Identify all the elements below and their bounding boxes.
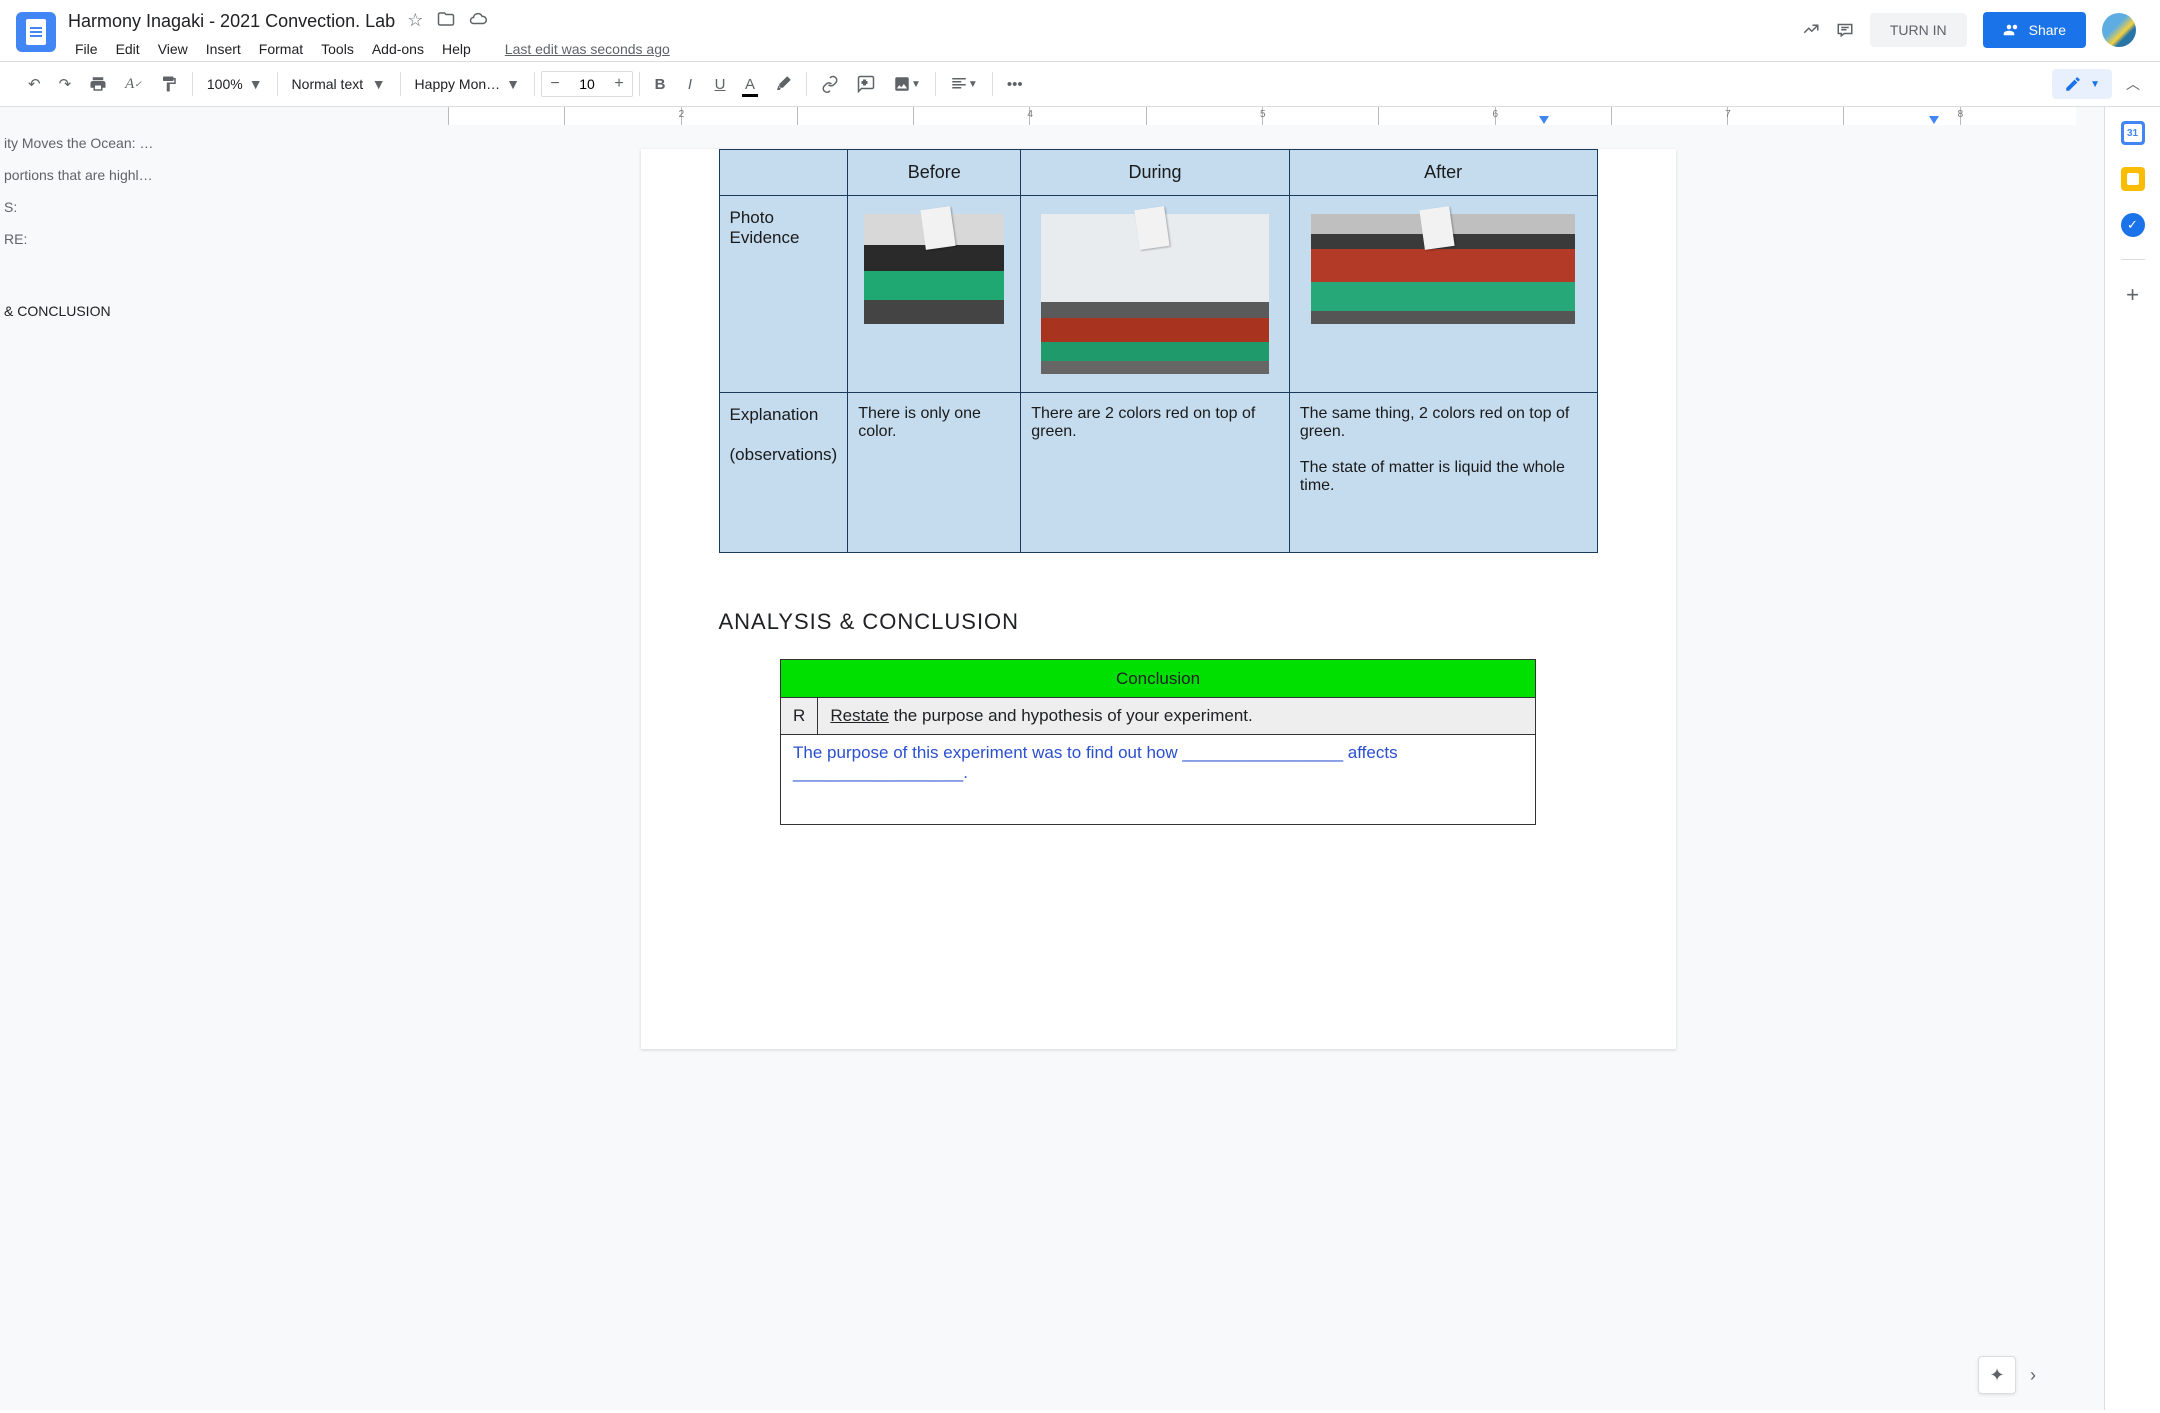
keep-icon[interactable] — [2121, 167, 2145, 191]
align-icon[interactable]: ▼ — [942, 69, 986, 99]
undo-icon[interactable]: ↶ — [20, 69, 49, 99]
menu-format[interactable]: Format — [252, 37, 310, 61]
bold-icon[interactable]: B — [646, 70, 674, 99]
print-icon[interactable] — [81, 69, 115, 99]
font-size-increase[interactable]: + — [606, 75, 632, 93]
add-comment-icon[interactable] — [849, 69, 883, 99]
cloud-icon[interactable] — [469, 10, 487, 33]
tasks-icon[interactable] — [2121, 213, 2145, 237]
col-after: After — [1289, 150, 1597, 196]
insert-image-icon[interactable]: ▼ — [885, 69, 929, 99]
outline-item[interactable]: S: — [0, 191, 200, 223]
cell-expl-before[interactable]: There is only one color. — [848, 393, 1021, 553]
highlight-icon[interactable] — [766, 69, 800, 99]
show-sidepanel-icon[interactable]: › — [2030, 1365, 2036, 1386]
menu-insert[interactable]: Insert — [199, 37, 248, 61]
menu-view[interactable]: View — [151, 37, 195, 61]
link-icon[interactable] — [813, 69, 847, 99]
menu-addons[interactable]: Add-ons — [365, 37, 431, 61]
conclusion-body-cell[interactable]: The purpose of this experiment was to fi… — [781, 735, 1536, 825]
cell-expl-after[interactable]: The same thing, 2 colors red on top of g… — [1289, 393, 1597, 553]
cell-expl-during[interactable]: There are 2 colors red on top of green. — [1021, 393, 1290, 553]
activity-icon[interactable] — [1802, 20, 1820, 41]
document-outline: ity Moves the Ocean: … portions that are… — [0, 107, 212, 1410]
mode-select[interactable]: ▼ — [2052, 69, 2112, 99]
outline-item[interactable]: RE: — [0, 223, 200, 255]
menu-file[interactable]: File — [68, 37, 105, 61]
more-icon[interactable]: ••• — [999, 70, 1031, 99]
share-button[interactable]: Share — [1983, 12, 2086, 48]
outline-item[interactable]: ity Moves the Ocean: … — [0, 127, 200, 159]
paint-format-icon[interactable] — [152, 69, 186, 99]
conclusion-restate-cell[interactable]: Restate the purpose and hypothesis of yo… — [818, 698, 1536, 735]
comments-icon[interactable] — [1836, 20, 1854, 41]
explore-button[interactable]: ✦ — [1978, 1356, 2016, 1394]
menu-tools[interactable]: Tools — [314, 37, 361, 61]
outline-item[interactable]: & CONCLUSION — [0, 295, 200, 327]
text-color-icon[interactable]: A — [736, 70, 764, 99]
photo-during[interactable] — [1041, 214, 1269, 374]
menu-edit[interactable]: Edit — [109, 37, 147, 61]
spellcheck-icon[interactable]: A✓ — [117, 70, 150, 99]
menu-help[interactable]: Help — [435, 37, 478, 61]
menu-bar: File Edit View Insert Format Tools Add-o… — [68, 37, 1802, 61]
outline-item[interactable]: portions that are highl… — [0, 159, 200, 191]
document-canvas[interactable]: 2 4 5 6 7 8 Before During After Photo Ev… — [212, 107, 2104, 1410]
calendar-icon[interactable] — [2121, 121, 2145, 145]
conclusion-r-cell: R — [781, 698, 818, 735]
horizontal-ruler[interactable]: 2 4 5 6 7 8 — [448, 107, 2076, 125]
conclusion-header: Conclusion — [781, 660, 1536, 698]
row-explanation-label: Explanation (observations) — [719, 393, 848, 553]
document-title[interactable]: Harmony Inagaki - 2021 Convection. Lab — [68, 11, 395, 32]
document-page[interactable]: Before During After Photo Evidence Expla… — [641, 149, 1676, 1049]
zoom-select[interactable]: 100% ▼ — [199, 72, 271, 96]
conclusion-table[interactable]: Conclusion R Restate the purpose and hyp… — [780, 659, 1536, 825]
font-size-decrease[interactable]: − — [542, 75, 568, 93]
font-size-input[interactable] — [568, 72, 606, 96]
row-photo-label: Photo Evidence — [719, 196, 848, 393]
photo-after[interactable] — [1311, 214, 1575, 324]
font-size-stepper[interactable]: − + — [541, 71, 633, 97]
indent-left-marker[interactable] — [1539, 116, 1549, 124]
indent-right-marker[interactable] — [1929, 116, 1939, 124]
user-avatar[interactable] — [2102, 13, 2136, 47]
move-icon[interactable] — [437, 10, 455, 33]
last-edit-link[interactable]: Last edit was seconds ago — [498, 37, 677, 61]
section-heading[interactable]: ANALYSIS & CONCLUSION — [719, 609, 1598, 635]
add-addon-icon[interactable]: + — [2126, 282, 2139, 308]
italic-icon[interactable]: I — [676, 70, 704, 99]
data-evidence-table[interactable]: Before During After Photo Evidence Expla… — [719, 149, 1598, 553]
toolbar: ↶ ↷ A✓ 100% ▼ Normal text ▼ Happy Mon… ▼… — [0, 61, 2160, 107]
underline-icon[interactable]: U — [706, 70, 734, 99]
side-panel: + — [2104, 107, 2160, 1410]
font-select[interactable]: Happy Mon… ▼ — [407, 72, 528, 96]
collapse-toolbar-icon[interactable]: ︿ — [2126, 74, 2140, 94]
style-select[interactable]: Normal text ▼ — [284, 72, 394, 96]
share-label: Share — [2029, 22, 2066, 38]
turn-in-button[interactable]: TURN IN — [1870, 13, 1967, 47]
docs-logo[interactable] — [16, 12, 56, 52]
col-during: During — [1021, 150, 1290, 196]
col-before: Before — [848, 150, 1021, 196]
redo-icon[interactable]: ↷ — [51, 69, 80, 99]
star-icon[interactable]: ☆ — [407, 10, 423, 33]
photo-before[interactable] — [864, 214, 1004, 324]
app-header: Harmony Inagaki - 2021 Convection. Lab ☆… — [0, 0, 2160, 61]
